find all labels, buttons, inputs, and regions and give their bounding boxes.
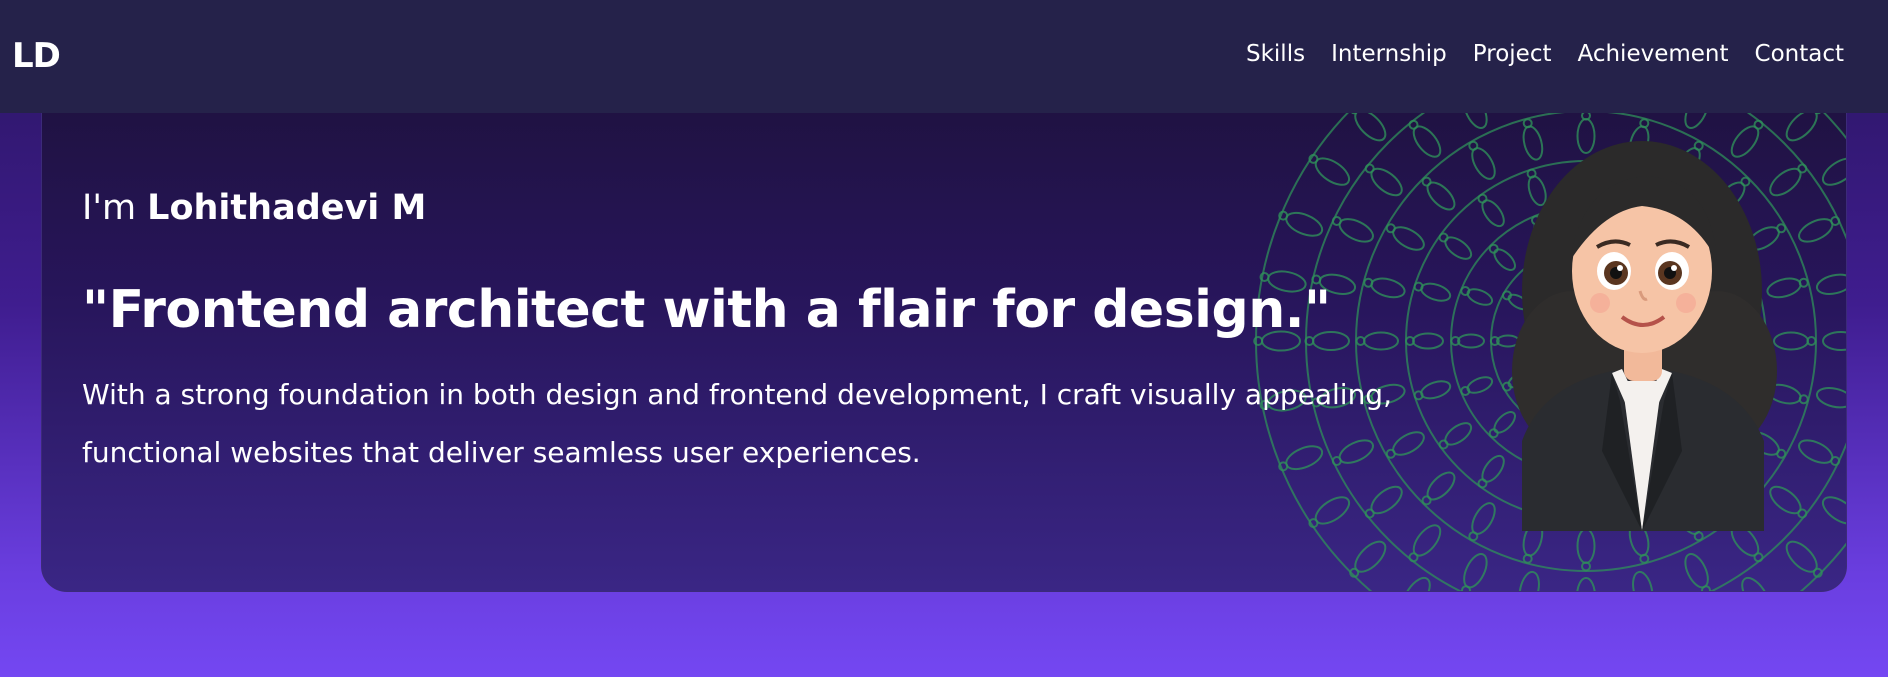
- mandala-dot: [1408, 119, 1419, 130]
- greeting: I'm Lohithadevi M: [82, 186, 1382, 230]
- tagline: "Frontend architect with a flair for des…: [82, 280, 1331, 340]
- mandala-petal: [1821, 157, 1846, 186]
- mandala-petal: [1463, 553, 1488, 589]
- mandala-dot: [1477, 478, 1488, 489]
- mandala-dot: [1488, 243, 1499, 254]
- mandala-dot: [1753, 552, 1764, 563]
- mandala-dot: [1776, 448, 1787, 459]
- mandala-dot: [1477, 193, 1488, 204]
- mandala-petal: [1798, 439, 1834, 464]
- mandala-dot: [1364, 508, 1375, 519]
- mandala-dot: [1385, 223, 1396, 234]
- mandala-dot: [1364, 163, 1375, 174]
- mandala-petal: [1420, 282, 1452, 302]
- hero-text: I'm Lohithadevi M "Frontend architect wi…: [82, 186, 1392, 482]
- mandala-petal: [1785, 540, 1818, 573]
- nav-link-contact[interactable]: Contact: [1755, 38, 1844, 70]
- mandala-dot: [1468, 140, 1479, 151]
- hero-description: With a strong foundation in both design …: [82, 378, 1392, 469]
- mandala-dot: [1776, 223, 1787, 234]
- mandala-petal: [1420, 380, 1452, 400]
- mandala-dot: [1408, 552, 1419, 563]
- nav-link-skills[interactable]: Skills: [1246, 38, 1305, 70]
- site-logo[interactable]: LD: [12, 36, 61, 76]
- mandala-petal: [1822, 331, 1846, 351]
- nav-link-project[interactable]: Project: [1473, 38, 1552, 70]
- mandala-petal: [1815, 273, 1846, 295]
- top-navbar: LD Skills Internship Project Achievement…: [0, 0, 1888, 113]
- greeting-prefix: I'm: [82, 188, 148, 228]
- mandala-petal: [1821, 496, 1846, 525]
- mandala-petal: [1412, 332, 1444, 350]
- mandala-petal: [1576, 528, 1596, 564]
- mandala-dot: [1753, 119, 1764, 130]
- mandala-dot: [1438, 232, 1449, 243]
- mandala-petal: [1632, 570, 1654, 591]
- mandala-petal: [1354, 540, 1387, 573]
- mandala-dot: [1421, 176, 1432, 187]
- avatar-illustration: [1502, 141, 1778, 531]
- mandala-petal: [1815, 387, 1846, 409]
- nav-link-internship[interactable]: Internship: [1331, 38, 1447, 70]
- mandala-dot: [1488, 428, 1499, 439]
- mandala-petal: [1773, 331, 1809, 351]
- mandala-petal: [1684, 553, 1709, 589]
- person-name: Lohithadevi M: [147, 188, 427, 228]
- nav-link-achievement[interactable]: Achievement: [1578, 38, 1729, 70]
- mandala-dot: [1797, 163, 1808, 174]
- mandala-petal: [1402, 576, 1431, 591]
- mandala-petal: [1798, 218, 1834, 243]
- mandala-dot: [1693, 531, 1704, 542]
- mandala-petal: [1518, 570, 1540, 591]
- nav-links: Skills Internship Project Achievement Co…: [1246, 38, 1844, 70]
- mandala-dot: [1797, 508, 1808, 519]
- mandala-dot: [1461, 585, 1471, 591]
- hero-card: I'm Lohithadevi M "Frontend architect wi…: [41, 90, 1847, 592]
- mandala-dot: [1438, 439, 1449, 450]
- mandala-petal: [1426, 181, 1456, 211]
- mandala-petal: [1426, 471, 1456, 501]
- mandala-petal: [1457, 333, 1485, 349]
- mandala-petal: [1741, 576, 1770, 591]
- mandala-petal: [1576, 577, 1596, 591]
- mandala-dot: [1421, 495, 1432, 506]
- mandala-dot: [1701, 585, 1711, 591]
- mandala-dot: [1468, 531, 1479, 542]
